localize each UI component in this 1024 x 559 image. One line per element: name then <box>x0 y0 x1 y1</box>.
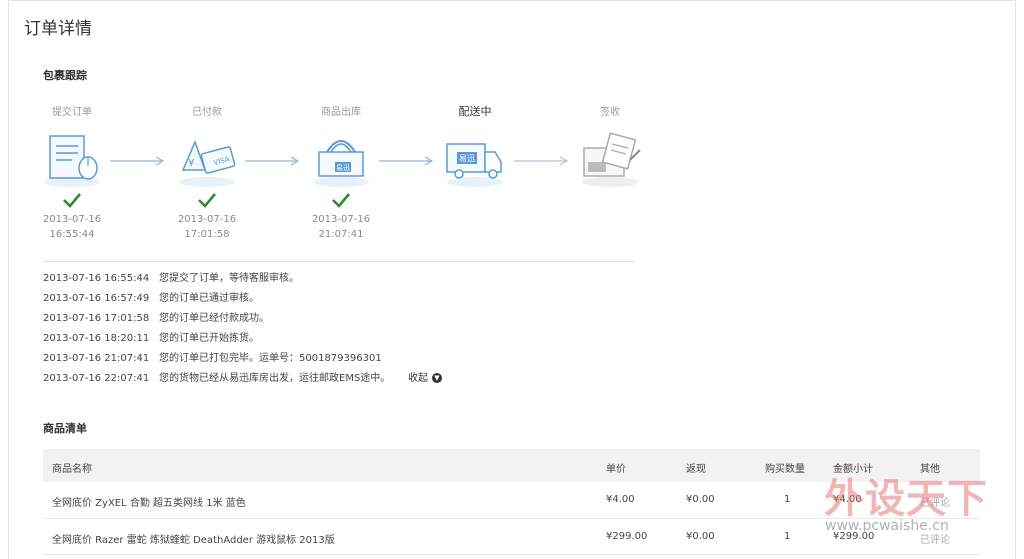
log-time: 2013-07-16 16:55:44 <box>43 273 150 284</box>
log-text: 您的订单已通过审核。 <box>159 293 259 304</box>
log-time: 2013-07-16 17:01:58 <box>43 313 150 324</box>
signed-receipt-icon <box>582 132 641 187</box>
step-time-submit: 2013-07-16 16:55:44 <box>22 212 122 242</box>
step-date: 2013-07-16 <box>42 214 102 225</box>
step-arrow-2 <box>245 156 300 166</box>
check-icon-submit <box>63 193 81 208</box>
order-form-icon <box>44 135 100 187</box>
log-text: 您提交了订单，等待客服审核。 <box>159 273 299 284</box>
product-cashback: ¥0.00 <box>686 531 715 542</box>
log-text: 您的订单已经付款成功。 <box>159 313 269 324</box>
product-name-link[interactable]: 全网底价 Razer 雷蛇 炼狱蝰蛇 DeathAdder 游戏鼠标 2013版 <box>52 531 335 546</box>
svg-text:易迅: 易迅 <box>459 154 475 163</box>
product-qty: 1 <box>784 531 791 542</box>
tracking-section-title: 包裹跟踪 <box>43 69 87 82</box>
log-entry: 2013-07-16 22:07:41 您的货物已经从易迅库房出发，运往邮政EMS… <box>43 369 390 384</box>
step-time-outbound: 2013-07-16 21:07:41 <box>291 212 391 242</box>
step-time-paid: 2013-07-16 17:01:58 <box>157 212 257 242</box>
row-divider <box>43 554 980 555</box>
collapse-label: 收起 <box>408 373 428 384</box>
col-header-qty: 购买数量 <box>765 464 805 475</box>
products-section-title: 商品清单 <box>43 422 87 435</box>
watermark-url: www.pcwaishe.cn <box>825 518 949 534</box>
step-arrow-3 <box>379 156 434 166</box>
check-icon-outbound <box>332 193 350 208</box>
step-date: 2013-07-16 <box>177 214 237 225</box>
divider <box>43 261 635 262</box>
step-clock: 17:01:58 <box>184 229 230 240</box>
step-clock: 21:07:41 <box>318 229 364 240</box>
chevron-down-icon: ▼ <box>432 373 442 383</box>
step-clock: 16:55:44 <box>49 229 95 240</box>
collapse-button[interactable]: 收起 ▼ <box>408 369 442 384</box>
watermark-logo: 外设天下 <box>824 476 988 522</box>
product-qty: 1 <box>784 494 791 505</box>
product-name-link[interactable]: 全网底价 ZyXEL 合勤 超五类网线 1米 蓝色 <box>52 494 246 509</box>
svg-text:易迅: 易迅 <box>336 164 350 172</box>
package-box-icon: 易迅 <box>313 140 369 187</box>
step-date: 2013-07-16 <box>311 214 371 225</box>
step-arrow-4 <box>514 156 569 166</box>
step-label-paid: 已付款 <box>192 107 222 118</box>
step-label-delivering: 配送中 <box>458 105 492 118</box>
log-text: 您的订单已打包完毕。运单号：5001879396301 <box>159 353 382 364</box>
check-icon-paid <box>198 193 216 208</box>
col-header-price: 单价 <box>606 464 626 475</box>
product-cashback: ¥0.00 <box>686 494 715 505</box>
col-header-cashback: 返现 <box>686 464 706 475</box>
payment-card-icon: ¥ VISA <box>179 139 236 187</box>
step-label-signed: 签收 <box>600 107 620 118</box>
log-entry: 2013-07-16 16:55:44 您提交了订单，等待客服审核。 <box>43 269 299 284</box>
log-time: 2013-07-16 22:07:41 <box>43 373 150 384</box>
delivery-truck-icon: 易迅 <box>446 143 503 187</box>
log-entry: 2013-07-16 17:01:58 您的订单已经付款成功。 <box>43 309 269 324</box>
log-entry: 2013-07-16 18:20:11 您的订单已开始拣货。 <box>43 329 259 344</box>
page-title: 订单详情 <box>24 19 92 39</box>
log-time: 2013-07-16 16:57:49 <box>43 293 150 304</box>
col-header-name: 商品名称 <box>52 464 92 475</box>
log-entry: 2013-07-16 21:07:41 您的订单已打包完毕。运单号：5001879… <box>43 349 382 364</box>
product-price: ¥4.00 <box>606 494 635 505</box>
log-text: 您的货物已经从易迅库房出发，运往邮政EMS途中。 <box>159 373 391 384</box>
step-arrow-1 <box>110 156 165 166</box>
log-text: 您的订单已开始拣货。 <box>159 333 259 344</box>
svg-text:¥: ¥ <box>188 158 194 169</box>
step-label-submit: 提交订单 <box>52 107 92 118</box>
log-time: 2013-07-16 21:07:41 <box>43 353 150 364</box>
log-entry: 2013-07-16 16:57:49 您的订单已通过审核。 <box>43 289 259 304</box>
log-time: 2013-07-16 18:20:11 <box>43 333 150 344</box>
product-price: ¥299.00 <box>606 531 648 542</box>
step-label-outbound: 商品出库 <box>321 107 361 118</box>
